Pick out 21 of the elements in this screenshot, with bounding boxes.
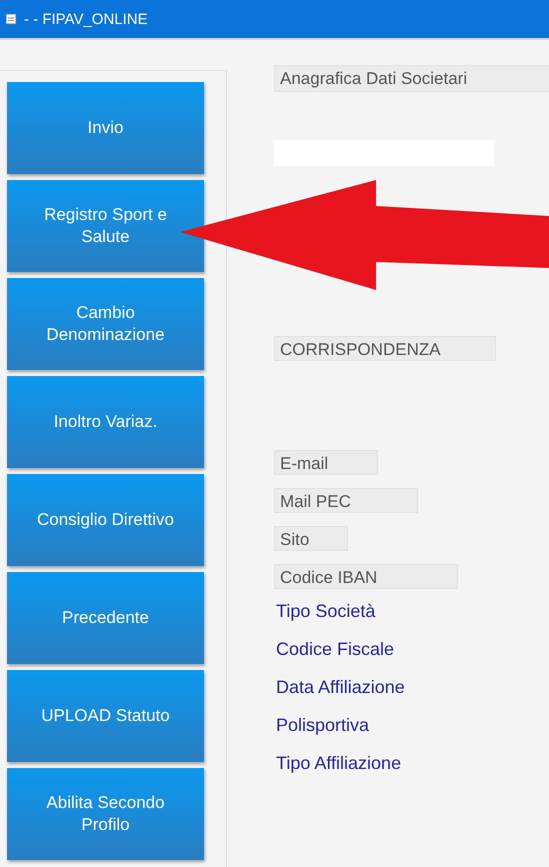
nav-button[interactable]: Abilita Secondo Profilo <box>7 768 204 860</box>
field-label: Codice IBAN <box>274 564 458 589</box>
nav-button[interactable]: UPLOAD Statuto <box>7 670 204 762</box>
nav-button[interactable]: Inoltro Variaz. <box>7 376 204 468</box>
field-label: E-mail <box>274 450 378 475</box>
field-link[interactable]: Codice Fiscale <box>276 637 549 662</box>
window-title: - - FIPAV_ONLINE <box>24 10 148 28</box>
field-link[interactable]: Polisportiva <box>276 713 549 738</box>
nav-button[interactable]: Consiglio Direttivo <box>7 474 204 566</box>
window-icon <box>6 14 16 24</box>
field-link[interactable]: Tipo Società <box>276 599 549 624</box>
nav-button[interactable]: Invio <box>7 82 204 174</box>
field-link[interactable]: Tipo Affiliazione <box>276 751 549 776</box>
nav-button[interactable]: Registro Sport e Salute <box>7 180 204 272</box>
field-label: Sito <box>274 526 348 551</box>
field-link[interactable]: Data Affiliazione <box>276 675 549 700</box>
field-label: Mail PEC <box>274 488 418 513</box>
section-header: Anagrafica Dati Societari <box>274 65 549 92</box>
nav-button[interactable]: Precedente <box>7 572 204 664</box>
nav-button[interactable]: Cambio Denominazione <box>7 278 204 370</box>
section-label: CORRISPONDENZA <box>274 336 496 361</box>
